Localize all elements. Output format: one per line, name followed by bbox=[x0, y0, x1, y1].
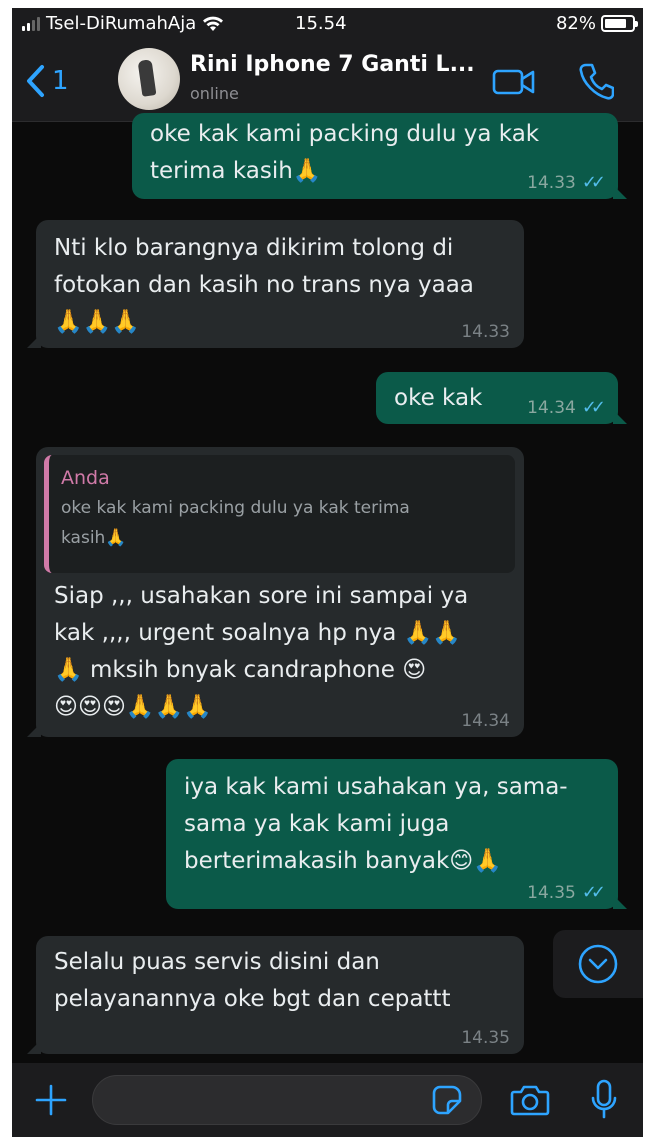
signal-icon bbox=[22, 16, 40, 31]
message-bubble-outgoing[interactable]: iya kak kami usahakan ya, sama- sama ya … bbox=[166, 759, 627, 909]
status-left: Tsel-DiRumahAja bbox=[22, 13, 224, 34]
message-input[interactable] bbox=[92, 1075, 482, 1125]
message-line: 😍😍😍🙏🙏🙏 bbox=[54, 694, 212, 720]
chat-header: 1 Rini Iphone 7 Ganti L... online bbox=[12, 42, 643, 122]
contact-status: online bbox=[190, 84, 239, 103]
message-meta: 14.33 ✓✓ bbox=[527, 172, 606, 194]
message-bubble-incoming[interactable]: Anda oke kak kami packing dulu ya kak te… bbox=[27, 447, 524, 737]
message-line: berterimakasih banyak😊🙏 bbox=[184, 848, 502, 874]
plus-icon[interactable] bbox=[34, 1083, 68, 1117]
message-line: 🙏 mksih bnyak candraphone 😍 bbox=[54, 657, 427, 683]
phone-screen: Tsel-DiRumahAja 15.54 82% 1 Rini Iphone … bbox=[12, 8, 643, 1137]
message-line: fotokan dan kasih no trans nya yaaa bbox=[54, 272, 474, 298]
camera-icon[interactable] bbox=[510, 1083, 550, 1117]
chevron-left-icon bbox=[27, 65, 44, 97]
status-time: 15.54 bbox=[295, 13, 347, 34]
status-right: 82% bbox=[555, 13, 638, 34]
message-line: Siap ,,, usahakan sore ini sampai ya bbox=[54, 583, 469, 609]
message-line: oke kak kami packing dulu ya kak bbox=[150, 121, 540, 147]
quoted-message[interactable]: Anda oke kak kami packing dulu ya kak te… bbox=[44, 455, 515, 573]
quote-author: Anda bbox=[61, 467, 110, 489]
message-line: pelayanannya oke bgt dan cepattt bbox=[54, 986, 451, 1012]
chevron-down-circle-icon bbox=[578, 944, 618, 984]
message-line: Nti klo barangnya dikirim tolong di bbox=[54, 235, 454, 261]
message-bubble-outgoing[interactable]: oke kak 14.34 ✓✓ bbox=[376, 372, 627, 424]
message-line: kak ,,,, urgent soalnya hp nya 🙏🙏 bbox=[54, 620, 461, 646]
sticker-icon[interactable] bbox=[432, 1085, 462, 1115]
message-input-bar bbox=[12, 1063, 643, 1137]
read-ticks-icon: ✓✓ bbox=[581, 172, 606, 193]
message-meta: 14.34 bbox=[461, 711, 510, 731]
chat-area[interactable]: oke kak kami packing dulu ya kak terima … bbox=[12, 113, 643, 1063]
scroll-to-bottom-button[interactable] bbox=[553, 930, 643, 998]
message-body: Siap ,,, usahakan sore ini sampai ya kak… bbox=[54, 578, 468, 726]
message-bubble-incoming[interactable]: Selalu puas servis disini dan pelayanann… bbox=[27, 936, 524, 1054]
video-camera-icon[interactable] bbox=[492, 68, 536, 96]
message-meta: 14.35 ✓✓ bbox=[527, 882, 606, 904]
battery-percent: 82% bbox=[555, 13, 596, 34]
message-time: 14.35 bbox=[527, 883, 576, 903]
message-line: iya kak kami usahakan ya, sama- bbox=[184, 774, 568, 800]
carrier-name: Tsel-DiRumahAja bbox=[46, 13, 197, 34]
message-meta: 14.34 ✓✓ bbox=[527, 397, 606, 419]
message-time: 14.34 bbox=[527, 398, 576, 418]
contact-name[interactable]: Rini Iphone 7 Ganti L... bbox=[190, 52, 475, 77]
read-ticks-icon: ✓✓ bbox=[581, 397, 606, 418]
read-ticks-icon: ✓✓ bbox=[581, 882, 606, 903]
back-button[interactable]: 1 bbox=[24, 64, 69, 98]
message-time: 14.34 bbox=[461, 711, 510, 731]
message-line: sama ya kak kami juga bbox=[184, 811, 450, 837]
message-meta: 14.33 bbox=[461, 322, 510, 342]
message-line: Selalu puas servis disini dan bbox=[54, 949, 380, 975]
message-time: 14.33 bbox=[527, 173, 576, 193]
wifi-icon bbox=[203, 16, 224, 31]
message-bubble-outgoing[interactable]: oke kak kami packing dulu ya kak terima … bbox=[132, 113, 627, 199]
quote-line: oke kak kami packing dulu ya kak terima bbox=[61, 498, 410, 518]
contact-avatar[interactable] bbox=[118, 48, 180, 110]
status-bar: Tsel-DiRumahAja 15.54 82% bbox=[12, 8, 643, 42]
message-time: 14.35 bbox=[461, 1028, 510, 1048]
message-time: 14.33 bbox=[461, 322, 510, 342]
message-line: 🙏🙏🙏 bbox=[54, 309, 140, 335]
quote-line: kasih🙏 bbox=[61, 528, 127, 548]
microphone-icon[interactable] bbox=[590, 1079, 618, 1121]
phone-icon[interactable] bbox=[578, 62, 614, 100]
message-bubble-incoming[interactable]: Nti klo barangnya dikirim tolong di foto… bbox=[27, 220, 524, 348]
message-meta: 14.35 bbox=[461, 1028, 510, 1048]
battery-icon bbox=[601, 15, 638, 32]
back-count: 1 bbox=[52, 66, 69, 96]
